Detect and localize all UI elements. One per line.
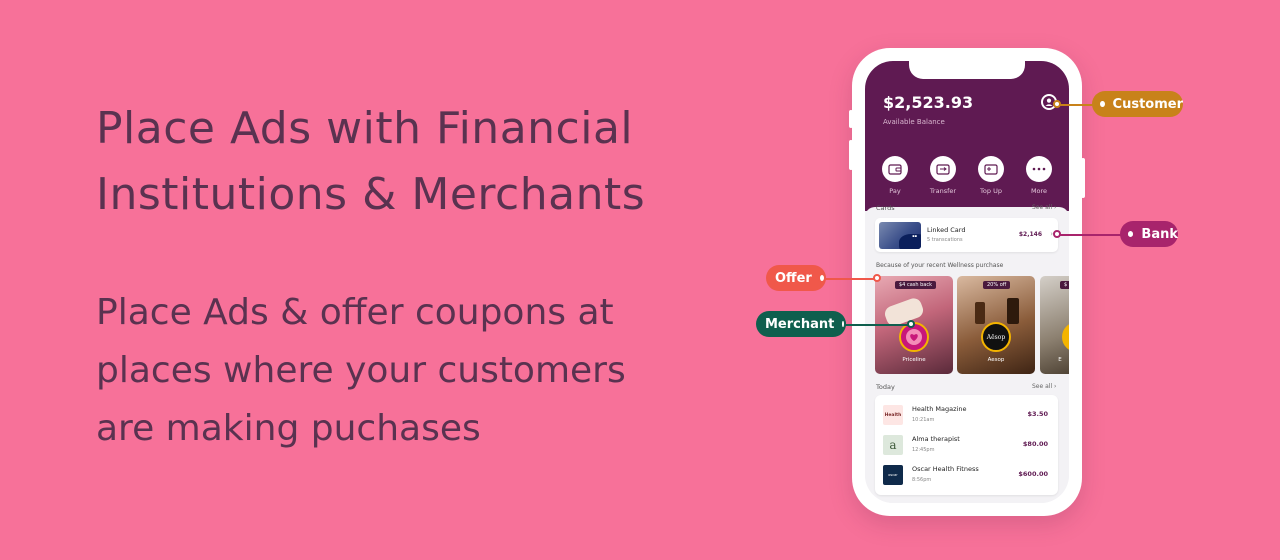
merchant-callout: Merchant bbox=[756, 311, 846, 337]
card-image: ▪▪ bbox=[879, 222, 921, 249]
merchant-logo-icon bbox=[1062, 322, 1069, 352]
today-see-all-link[interactable]: See all › bbox=[1032, 383, 1056, 390]
pay-label: Pay bbox=[889, 187, 901, 195]
health-magazine-logo-icon: Health bbox=[883, 405, 903, 425]
transaction-name: Alma therapist bbox=[912, 435, 960, 443]
merchant-name: Aesop bbox=[987, 357, 1005, 363]
offer-connector-dot bbox=[873, 274, 881, 282]
transfer-label: Transfer bbox=[929, 187, 957, 195]
card-image-shape bbox=[899, 234, 921, 249]
wallet-icon bbox=[882, 156, 908, 182]
phone-notch bbox=[909, 61, 1025, 79]
today-section-title: Today bbox=[876, 383, 895, 391]
side-button bbox=[849, 110, 853, 128]
headline: Place Ads with Financial Institutions & … bbox=[96, 96, 716, 228]
pay-button[interactable]: Pay bbox=[875, 156, 915, 195]
linked-card-row[interactable]: ▪▪ Linked Card 5 transcations $2,146 › bbox=[875, 218, 1058, 252]
offer-badge: $ bbox=[1060, 281, 1069, 289]
transaction-amount: $3.50 bbox=[1027, 410, 1048, 418]
see-all-label: See all bbox=[1032, 204, 1053, 211]
cards-see-all-link[interactable]: See all › bbox=[1032, 204, 1056, 211]
topup-icon bbox=[978, 156, 1004, 182]
callout-dot bbox=[1098, 99, 1107, 109]
subheadline-line-2: places where your customers bbox=[96, 350, 626, 391]
balance-header: $2,523.93 Available Balance Pay Transfer bbox=[865, 61, 1069, 211]
phone-mockup: $2,523.93 Available Balance Pay Transfer bbox=[849, 48, 1085, 516]
merchant-callout-label: Merchant bbox=[765, 316, 835, 332]
transaction-row[interactable]: a Alma therapist 12:45pm $80.00 bbox=[875, 432, 1058, 460]
transaction-name: Oscar Health Fitness bbox=[912, 465, 979, 473]
side-button bbox=[849, 140, 853, 170]
transactions-list: Health Health Magazine 10:21am $3.50 a A… bbox=[875, 395, 1058, 495]
offer-badge: $4 cash back bbox=[895, 281, 937, 289]
app-screen: $2,523.93 Available Balance Pay Transfer bbox=[865, 61, 1069, 503]
merchant-connector-line bbox=[840, 324, 912, 326]
headline-line-1: Place Ads with Financial bbox=[96, 103, 634, 154]
bank-connector-dot bbox=[1053, 230, 1061, 238]
merchant-name: Priceline bbox=[902, 357, 926, 363]
card-transactions: 5 transcations bbox=[927, 237, 963, 243]
callout-dot bbox=[840, 319, 846, 329]
offer-connector-line bbox=[820, 278, 878, 280]
subheadline-line-3: are making puchases bbox=[96, 408, 481, 449]
offer-photo-shape bbox=[975, 302, 985, 324]
cards-section-title: Cards bbox=[876, 204, 895, 212]
headline-line-2: Institutions & Merchants bbox=[96, 169, 646, 220]
customer-callout-label: Customer bbox=[1112, 96, 1183, 112]
card-image-mark: ▪▪ bbox=[912, 234, 917, 238]
offer-card-partial[interactable]: $ E bbox=[1040, 276, 1069, 374]
bank-callout-label: Bank bbox=[1141, 226, 1178, 242]
offers-section-title: Because of your recent Wellness purchase bbox=[876, 262, 1004, 269]
aesop-logo-text: Aēsop bbox=[986, 333, 1006, 341]
balance-label: Available Balance bbox=[883, 118, 945, 126]
merchant-connector-dot bbox=[907, 320, 915, 328]
more-label: More bbox=[1030, 187, 1048, 195]
transfer-icon bbox=[930, 156, 956, 182]
chevron-right-icon: › bbox=[1054, 204, 1057, 211]
customer-connector-dot bbox=[1053, 100, 1061, 108]
subheadline-line-1: Place Ads & offer coupons at bbox=[96, 292, 614, 333]
transfer-button[interactable]: Transfer bbox=[923, 156, 963, 195]
alma-logo-icon: a bbox=[883, 435, 903, 455]
callout-dot bbox=[817, 273, 826, 283]
offer-badge: 20% off bbox=[983, 281, 1011, 289]
side-button bbox=[1081, 158, 1085, 198]
card-amount: $2,146 bbox=[1018, 231, 1042, 238]
transaction-time: 8:56pm bbox=[912, 477, 932, 483]
card-name: Linked Card bbox=[927, 226, 966, 234]
transaction-time: 10:21am bbox=[912, 417, 935, 423]
transaction-amount: $600.00 bbox=[1018, 470, 1048, 478]
more-button[interactable]: More bbox=[1019, 156, 1059, 195]
transaction-time: 12:45pm bbox=[912, 447, 935, 453]
transaction-row[interactable]: Health Health Magazine 10:21am $3.50 bbox=[875, 402, 1058, 430]
transaction-row[interactable]: oscar Oscar Health Fitness 8:56pm $600.0… bbox=[875, 462, 1058, 490]
balance-amount: $2,523.93 bbox=[883, 93, 974, 112]
offer-callout: Offer bbox=[766, 265, 826, 291]
offer-photo-shape bbox=[1007, 298, 1019, 324]
bank-callout: Bank bbox=[1120, 221, 1178, 247]
more-icon bbox=[1026, 156, 1052, 182]
offer-card-aesop[interactable]: 20% off Aēsop Aesop bbox=[957, 276, 1035, 374]
see-all-label: See all bbox=[1032, 383, 1053, 390]
aesop-logo-icon: Aēsop bbox=[981, 322, 1011, 352]
transaction-amount: $80.00 bbox=[1022, 440, 1048, 448]
subheadline: Place Ads & offer coupons at places wher… bbox=[96, 284, 716, 458]
oscar-logo-icon: oscar bbox=[883, 465, 903, 485]
offer-callout-label: Offer bbox=[775, 270, 812, 286]
top-up-button[interactable]: Top Up bbox=[971, 156, 1011, 195]
customer-callout: Customer bbox=[1092, 91, 1183, 117]
merchant-name: E bbox=[1058, 357, 1062, 363]
callout-dot bbox=[1126, 229, 1136, 239]
transaction-name: Health Magazine bbox=[912, 405, 967, 413]
top-up-label: Top Up bbox=[980, 187, 1002, 195]
chevron-right-icon: › bbox=[1054, 383, 1057, 390]
